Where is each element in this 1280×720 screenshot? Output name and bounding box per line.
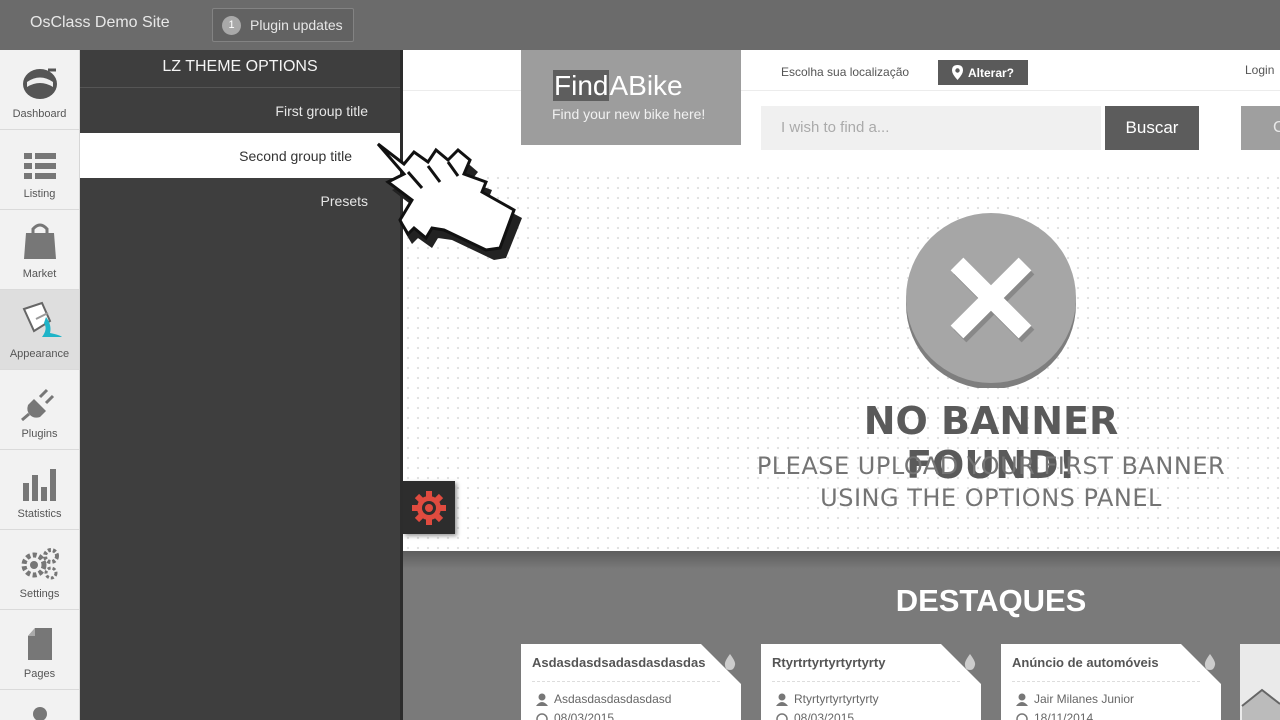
search-input[interactable]: I wish to find a... [761,106,1101,150]
panel-item-presets[interactable]: Presets [80,178,400,223]
card-author: Asdasdasdasdasdasd [554,692,672,706]
market-bag-icon [23,223,56,259]
card-photo[interactable] [1240,644,1280,720]
no-banner-subtitle-line2: USING THE OPTIONS PANEL [820,484,1162,512]
nav-item-label: Settings [19,588,60,600]
plugin-updates-label: Plugin updates [250,17,343,33]
dashboard-icon [22,68,57,99]
change-location-label: Alterar? [967,65,1014,80]
nav-item-users[interactable] [0,690,79,720]
map-pin-icon [951,65,963,80]
hot-drop-icon [724,654,736,670]
plug-icon [20,388,54,421]
nav-item-settings[interactable]: Settings [0,530,79,610]
gear-icon [412,490,446,525]
user-icon [776,693,788,706]
theme-options-panel: LZ THEME OPTIONS First group title Secon… [80,50,403,720]
nav-item-appearance[interactable]: Appearance [0,290,79,370]
user-icon [536,693,548,706]
card-date: 18/11/2014 [1034,711,1094,720]
site-title-link[interactable]: OsClass Demo Site [30,14,170,32]
plugin-updates-count-badge: 1 [222,15,241,35]
gears-icon [21,548,59,580]
card-divider [1012,681,1200,682]
logo-tagline: Find your new bike here! [552,106,706,122]
logo-abike: ABike [609,70,683,101]
logo-find: Find [553,70,610,101]
bar-chart-icon [22,469,56,501]
nav-item-label: Market [22,268,57,280]
nav-item-label: Plugins [21,428,58,440]
nav-item-label: Appearance [9,348,70,360]
no-banner-x-icon [906,213,1076,388]
theme-options-toggle-button[interactable] [403,481,455,534]
user-icon [32,707,47,720]
no-banner-subtitle: PLEASE UPLOAD YOUR FIRST BANNER USING TH… [741,450,1241,514]
card-title[interactable]: Asdasdasdsadasdasdasdas [532,655,717,670]
nav-item-statistics[interactable]: Statistics [0,450,79,530]
publish-button[interactable]: C [1241,106,1280,150]
nav-item-pages[interactable]: Pages [0,610,79,690]
listing-icon [23,153,56,179]
card-date: 08/03/2015 [794,711,855,720]
featured-card[interactable]: Anúncio de automóveis Jair Milanes Junio… [1001,644,1221,720]
nav-item-label: Pages [23,668,56,680]
theme-options-title: LZ THEME OPTIONS [80,50,400,88]
search-button[interactable]: Buscar [1105,106,1199,150]
clock-icon [536,713,548,720]
card-divider [532,681,720,682]
nav-item-listing[interactable]: Listing [0,130,79,210]
card-author: Jair Milanes Junior [1034,692,1135,706]
hot-drop-icon [1204,654,1216,670]
clock-icon [1016,713,1028,720]
card-title[interactable]: Rtyrtrtyrtyrtyrtyrty [772,655,957,670]
pointing-hand-cursor-icon [376,142,522,260]
nav-item-label: Listing [23,188,56,200]
featured-section-title: DESTAQUES [895,583,1087,618]
card-divider [772,681,960,682]
banner-shadow [403,551,1280,569]
house-photo-icon [1241,688,1280,720]
change-location-button[interactable]: Alterar? [938,60,1028,85]
location-label: Escolha sua localização [781,65,910,79]
admin-topbar: OsClass Demo Site 1 Plugin updates [0,0,1280,50]
card-date: 08/03/2015 [554,711,615,720]
card-title[interactable]: Anúncio de automóveis [1012,655,1197,670]
featured-card[interactable]: Rtyrtrtyrtyrtyrtyrty Rtyrtyrtyrtyrtyrty … [761,644,981,720]
nav-item-plugins[interactable]: Plugins [0,370,79,450]
user-icon [1016,693,1028,706]
hot-drop-icon [964,654,976,670]
no-banner-subtitle-line1: PLEASE UPLOAD YOUR FIRST BANNER [756,452,1226,480]
plugin-updates-button[interactable]: 1 Plugin updates [212,8,354,42]
panel-item-second-group[interactable]: Second group title [80,133,400,178]
nav-item-market[interactable]: Market [0,210,79,290]
page-icon [27,628,52,660]
nav-item-label: Statistics [17,508,62,520]
nav-item-dashboard[interactable]: Dashboard [0,50,79,130]
nav-item-label: Dashboard [12,108,67,120]
panel-item-first-group[interactable]: First group title [80,88,400,133]
clock-icon [776,713,788,720]
admin-sidebar: Dashboard Listing Market Appearance Plug… [0,50,80,720]
login-link[interactable]: Login [1245,63,1274,77]
logo-text: FindABike [553,70,683,102]
card-author: Rtyrtyrtyrtyrtyrty [794,692,879,706]
paint-bucket-icon [22,301,62,337]
featured-card[interactable]: Asdasdasdsadasdasdasdas Asdasdasdasdasda… [521,644,741,720]
